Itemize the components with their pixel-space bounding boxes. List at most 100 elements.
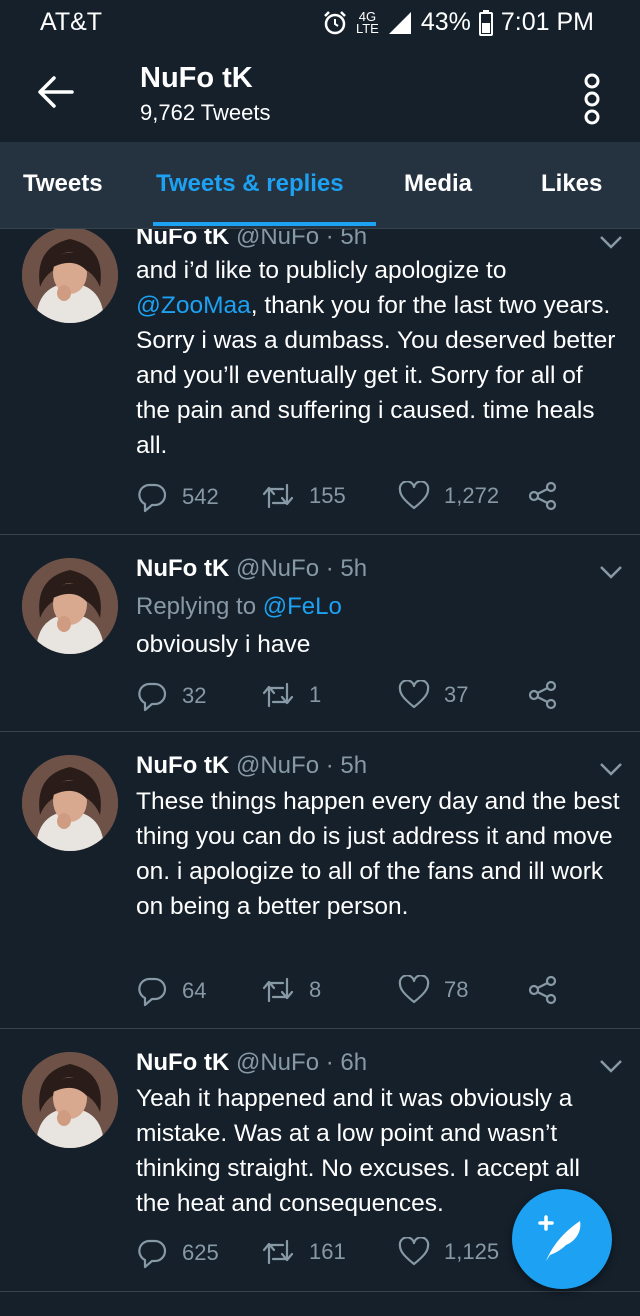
separator-dot: · [319, 229, 341, 250]
tweet-text: obviously i have [136, 631, 311, 658]
retweet-button[interactable]: 155 [261, 481, 346, 511]
compose-tweet-button[interactable] [512, 1189, 612, 1289]
share-button[interactable] [528, 975, 558, 1005]
retweet-icon [262, 483, 294, 509]
like-button[interactable]: 1,125 [398, 1237, 499, 1267]
battery-percent: 43% [420, 8, 471, 36]
like-count: 1,272 [444, 483, 500, 508]
tab-media[interactable]: Media [404, 170, 472, 198]
like-icon [398, 481, 430, 510]
reply-count: 64 [182, 978, 207, 1003]
signal-icon [388, 11, 411, 34]
active-tab-indicator [153, 222, 376, 226]
share-icon [528, 975, 557, 1005]
tweet-time: 5h [340, 229, 368, 250]
tweet-count: 9,762 Tweets [140, 100, 271, 125]
status-bar: AT&T 4G LTE 43% 7:01 PM [0, 0, 640, 44]
more-options-button[interactable] [578, 72, 606, 126]
caret-down-icon[interactable] [598, 233, 624, 251]
profile-header: NuFo tK 9,762 Tweets [0, 44, 640, 142]
avatar[interactable] [22, 1052, 118, 1148]
tweet-text-part: and i’d like to publicly apologize to [136, 257, 507, 284]
retweet-button[interactable]: 161 [261, 1237, 346, 1267]
author-handle: @NuFo [235, 752, 320, 779]
carrier-label: AT&T [40, 8, 103, 36]
author-name[interactable]: NuFo tK [136, 752, 229, 779]
avatar[interactable] [22, 558, 118, 654]
retweet-icon [262, 1239, 294, 1265]
like-count: 78 [444, 977, 469, 1002]
separator-dot: · [319, 1049, 341, 1076]
retweet-count: 1 [309, 682, 322, 707]
profile-tabs: Tweets Tweets & replies Media Likes [0, 142, 640, 229]
retweet-count: 8 [309, 977, 322, 1002]
retweet-count: 155 [309, 483, 346, 508]
retweet-icon [262, 682, 294, 708]
replying-label: Replying to [136, 593, 263, 620]
tab-tweets-and-replies[interactable]: Tweets & replies [156, 170, 344, 198]
battery-icon [478, 9, 493, 36]
more-vertical-icon [584, 73, 600, 125]
alarm-icon [324, 10, 346, 34]
author-name[interactable]: NuFo tK [136, 1049, 229, 1076]
reply-count: 625 [182, 1240, 219, 1265]
profile-name: NuFo tK [140, 62, 253, 94]
like-count: 37 [444, 682, 469, 707]
tweet-text: and i’d like to publicly apologize to @Z… [136, 253, 620, 463]
author-name[interactable]: NuFo tK [136, 555, 229, 582]
back-button[interactable] [34, 72, 78, 112]
reply-button[interactable]: 64 [136, 975, 206, 1007]
tab-likes[interactable]: Likes [541, 170, 602, 198]
caret-down-icon[interactable] [598, 1057, 624, 1075]
replying-to: Replying to @FeLo [136, 593, 342, 621]
author-name[interactable]: NuFo tK [136, 229, 229, 250]
like-count: 1,125 [444, 1239, 500, 1264]
tweet-actions: 64 8 78 [136, 975, 596, 1011]
like-button[interactable]: 37 [398, 680, 468, 710]
reply-button[interactable]: 32 [136, 680, 206, 712]
reply-icon [138, 682, 167, 712]
tweet[interactable]: NuFo tK @NuFo · 5h These things happen e… [0, 732, 640, 1029]
status-icons: 4G LTE 43% 7:01 PM [322, 8, 594, 37]
like-icon [398, 975, 430, 1004]
tweet-header: NuFo tK @NuFo · 5h [136, 752, 367, 780]
clock: 7:01 PM [500, 8, 594, 36]
retweet-icon [262, 977, 294, 1003]
caret-down-icon[interactable] [598, 563, 624, 581]
share-button[interactable] [528, 680, 558, 710]
reply-button[interactable]: 625 [136, 1237, 219, 1269]
tweet-header: NuFo tK @NuFo · 5h [136, 229, 367, 251]
reply-icon [138, 1239, 167, 1269]
like-button[interactable]: 1,272 [398, 481, 499, 511]
tweet-time: 6h [340, 1049, 368, 1076]
tweet-text: These things happen every day and the be… [136, 788, 620, 920]
back-arrow-icon [38, 76, 74, 108]
separator-dot: · [319, 555, 341, 582]
retweet-button[interactable]: 1 [261, 680, 321, 710]
tweet[interactable]: NuFo tK @NuFo · 5h Replying to @FeLo obv… [0, 535, 640, 732]
reply-icon [138, 483, 167, 513]
tweet-actions: 32 1 37 [136, 680, 596, 716]
retweet-button[interactable]: 8 [261, 975, 321, 1005]
tweet[interactable]: NuFo tK @NuFo · 5h and i’d like to publi… [0, 229, 640, 535]
reply-button[interactable]: 542 [136, 481, 219, 513]
author-handle: @NuFo [235, 229, 320, 250]
like-icon [398, 680, 430, 709]
avatar[interactable] [22, 755, 118, 851]
share-button[interactable] [528, 481, 558, 511]
share-icon [528, 680, 557, 710]
avatar[interactable] [22, 229, 118, 323]
like-button[interactable]: 78 [398, 975, 468, 1005]
caret-down-icon[interactable] [598, 760, 624, 778]
tweet-actions: 542 155 1,272 [136, 481, 596, 517]
compose-tweet-icon [538, 1215, 581, 1261]
author-handle: @NuFo [235, 1049, 320, 1076]
mention-link[interactable]: @FeLo [263, 593, 342, 620]
mention-link[interactable]: @ZooMaa [136, 292, 251, 319]
retweet-count: 161 [309, 1239, 346, 1264]
share-icon [528, 481, 557, 511]
tweet-time: 5h [340, 555, 368, 582]
network-indicator: 4G LTE [355, 8, 379, 36]
tab-tweets[interactable]: Tweets [23, 170, 103, 198]
tweet-header: NuFo tK @NuFo · 6h [136, 1049, 367, 1077]
